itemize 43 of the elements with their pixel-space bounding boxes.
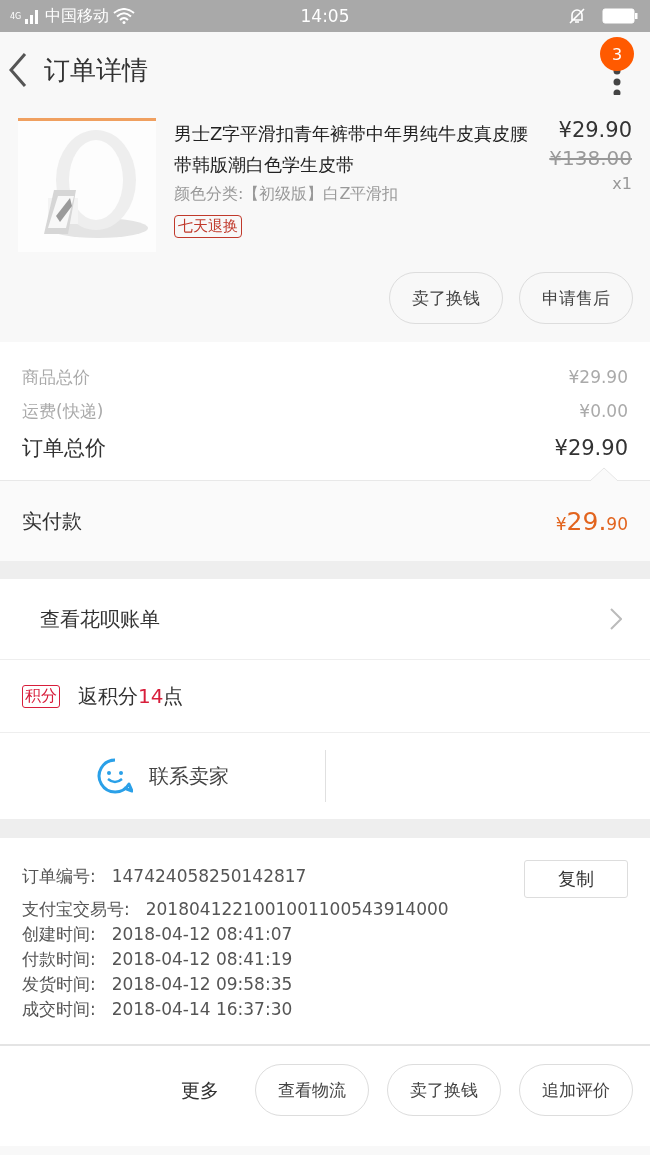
bill-link-row[interactable]: 查看花呗账单 xyxy=(0,579,650,660)
chat-smiley-icon xyxy=(96,758,133,794)
network-type: 4G xyxy=(10,11,22,21)
original-price: ¥138.00 xyxy=(549,146,632,170)
product-variant: 颜色分类:【初级版】白Z平滑扣 xyxy=(174,184,399,205)
summary-value: ¥0.00 xyxy=(579,401,628,421)
paid-amount: ¥29.90 xyxy=(555,506,628,536)
summary-label: 商品总价 xyxy=(22,365,90,389)
page-title: 订单详情 xyxy=(44,53,149,87)
info-label: 订单编号: xyxy=(22,865,96,888)
back-icon[interactable] xyxy=(8,52,28,88)
battery-icon xyxy=(602,8,638,24)
summary-value: ¥29.90 xyxy=(554,436,628,460)
clock-time: 14:05 xyxy=(300,6,350,26)
summary-value: ¥29.90 xyxy=(568,367,628,387)
carrier-name: 中国移动 xyxy=(45,5,110,27)
info-value: 2018041221001001100543914000 xyxy=(145,898,449,921)
info-value: 2018-04-12 08:41:19 xyxy=(111,948,293,971)
bell-muted-icon xyxy=(568,7,586,25)
points-tag: 积分 xyxy=(22,684,60,708)
summary-label: 运费(快递) xyxy=(22,399,104,423)
return-policy-tag: 七天退换 xyxy=(174,215,242,238)
chevron-right-icon xyxy=(610,608,622,630)
info-value: 2018-04-12 08:41:07 xyxy=(111,923,293,946)
paid-label: 实付款 xyxy=(22,507,82,535)
quantity: x1 xyxy=(612,174,632,193)
info-value: 2018-04-14 16:37:30 xyxy=(111,998,293,1021)
info-label: 支付宝交易号: xyxy=(22,898,130,921)
info-label: 创建时间: xyxy=(22,923,96,946)
info-value: 147424058250142817 xyxy=(111,865,307,888)
info-label: 付款时间: xyxy=(22,948,96,971)
bill-link-label: 查看花呗账单 xyxy=(40,605,160,633)
wifi-icon xyxy=(113,8,136,24)
product-title[interactable]: 男士Z字平滑扣青年裤带中年男纯牛皮真皮腰带韩版潮白色学生皮带 xyxy=(174,118,532,180)
info-label: 发货时间: xyxy=(22,973,96,996)
copy-button[interactable]: 复制 xyxy=(524,860,628,898)
summary-label: 订单总价 xyxy=(22,435,106,462)
more-link[interactable]: 更多 xyxy=(181,1064,219,1116)
info-value: 2018-04-12 09:58:35 xyxy=(111,973,293,996)
points-text: 返积分14点 xyxy=(78,682,184,710)
product-price: ¥29.90 xyxy=(558,118,632,142)
info-label: 成交时间: xyxy=(22,998,96,1021)
notification-badge: 3 xyxy=(600,37,634,71)
